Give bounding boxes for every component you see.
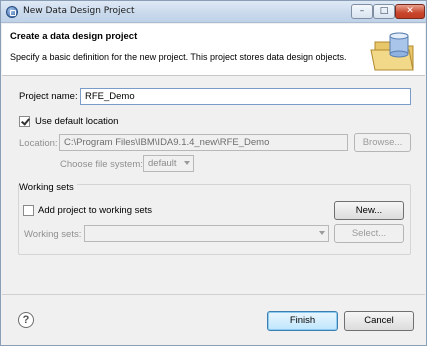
minimize-button[interactable]: – [351, 4, 373, 19]
app-icon [6, 6, 18, 18]
location-input[interactable]: C:\Program Files\IBM\IDA9.1.4_new\RFE_De… [59, 134, 348, 151]
window-title: New Data Design Project [23, 6, 135, 16]
header-banner: Create a data design project Specify a b… [2, 24, 425, 76]
new-working-set-button[interactable]: New... [334, 201, 404, 220]
footer-divider [2, 294, 425, 295]
project-name-input[interactable]: RFE_Demo [80, 88, 411, 105]
working-sets-group-title: Working sets [19, 182, 77, 193]
help-icon[interactable]: ? [18, 312, 34, 328]
file-system-value: default [148, 158, 177, 169]
location-label: Location: [19, 138, 58, 149]
chevron-down-icon [184, 161, 190, 165]
cancel-button[interactable]: Cancel [344, 311, 414, 331]
add-to-working-sets-label: Add project to working sets [38, 205, 153, 216]
working-sets-select[interactable] [84, 225, 329, 242]
finish-button[interactable]: Finish [267, 311, 338, 331]
select-working-sets-button[interactable]: Select... [334, 224, 404, 243]
banner-title: Create a data design project [10, 31, 138, 42]
working-sets-label: Working sets: [24, 229, 82, 240]
chevron-down-icon [319, 231, 325, 235]
add-to-working-sets-checkbox[interactable] [23, 205, 34, 216]
folder-database-icon [370, 32, 414, 71]
file-system-select[interactable]: default [143, 155, 194, 172]
maximize-button[interactable]: □ [373, 4, 395, 19]
file-system-label: Choose file system: [60, 159, 143, 170]
project-name-label: Project name: [19, 91, 78, 102]
use-default-location-checkbox[interactable] [19, 116, 30, 127]
banner-description: Specify a basic definition for the new p… [10, 52, 347, 62]
dialog-window: New Data Design Project – □ ✕ Create a d… [0, 0, 427, 346]
browse-button[interactable]: Browse... [354, 133, 411, 152]
close-button[interactable]: ✕ [395, 4, 425, 19]
use-default-location-label: Use default location [35, 116, 119, 127]
title-bar[interactable]: New Data Design Project – □ ✕ [1, 1, 426, 23]
